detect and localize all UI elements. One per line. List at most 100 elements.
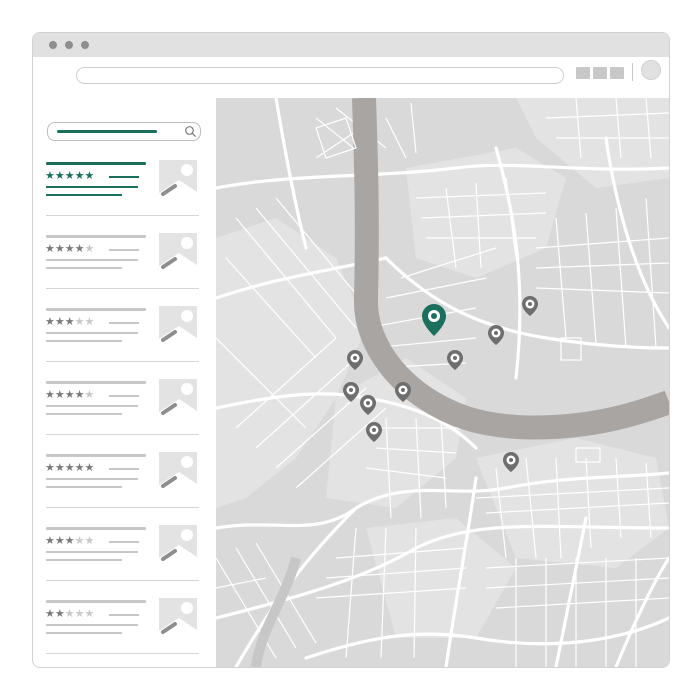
listing-description-line <box>46 632 122 634</box>
listing-title[interactable] <box>46 235 146 238</box>
listing-title[interactable] <box>46 308 146 311</box>
address-bar[interactable] <box>76 67 564 84</box>
star-filled-icon: ★ <box>54 608 65 620</box>
star-empty-icon: ★ <box>84 535 95 547</box>
star-filled-icon: ★ <box>45 389 55 401</box>
star-empty-icon: ★ <box>74 608 85 620</box>
listing-description-line <box>46 551 138 553</box>
listing-description-line <box>46 478 138 480</box>
profile-icon[interactable] <box>641 60 661 80</box>
star-empty-icon: ★ <box>84 608 95 620</box>
listing-thumbnail-image-icon[interactable] <box>159 379 197 417</box>
star-empty-icon: ★ <box>64 608 75 620</box>
star-rating: ★★★★★ <box>45 389 94 402</box>
star-filled-icon: ★ <box>45 462 55 474</box>
listing-card[interactable]: ★★★★★ <box>45 452 199 526</box>
star-rating: ★★★★★ <box>45 462 94 475</box>
review-count-placeholder <box>109 176 139 178</box>
maximize-window-dot[interactable] <box>81 41 89 49</box>
review-count-placeholder <box>109 395 139 397</box>
listing-thumbnail-image-icon[interactable] <box>159 452 197 490</box>
star-rating: ★★★★★ <box>45 316 94 329</box>
listing-card[interactable]: ★★★★★ <box>45 233 199 307</box>
listing-divider <box>46 507 199 508</box>
star-filled-icon: ★ <box>74 170 85 182</box>
star-rating: ★★★★★ <box>45 170 94 183</box>
listing-title[interactable] <box>46 454 146 457</box>
map-pins-layer <box>343 296 538 472</box>
listing-description-line <box>46 340 122 342</box>
listing-title[interactable] <box>46 162 146 165</box>
listing-card[interactable]: ★★★★★ <box>45 160 199 234</box>
star-rating: ★★★★★ <box>45 535 94 548</box>
star-empty-icon: ★ <box>74 535 85 547</box>
star-filled-icon: ★ <box>45 170 55 182</box>
toolbar-button[interactable] <box>576 67 590 79</box>
listing-divider <box>46 215 199 216</box>
star-empty-icon: ★ <box>84 243 95 255</box>
search-icon[interactable] <box>183 124 198 139</box>
listing-thumbnail-image-icon[interactable] <box>159 233 197 271</box>
listing-thumbnail-image-icon[interactable] <box>159 598 197 636</box>
listing-description-line <box>46 413 122 415</box>
listing-title[interactable] <box>46 527 146 530</box>
review-count-placeholder <box>109 541 139 543</box>
star-filled-icon: ★ <box>45 243 55 255</box>
listing-description-line <box>46 332 138 334</box>
star-empty-icon: ★ <box>84 389 95 401</box>
star-filled-icon: ★ <box>74 243 85 255</box>
listing-description-line <box>46 486 122 488</box>
search-query-text <box>57 130 157 133</box>
listing-title[interactable] <box>46 381 146 384</box>
star-filled-icon: ★ <box>54 389 65 401</box>
listing-card[interactable]: ★★★★★ <box>45 306 199 380</box>
listing-divider <box>46 580 199 581</box>
close-window-dot[interactable] <box>49 41 57 49</box>
listing-thumbnail-image-icon[interactable] <box>159 525 197 563</box>
star-empty-icon: ★ <box>74 316 85 328</box>
listing-description-line <box>46 259 138 261</box>
map-view[interactable] <box>216 98 669 667</box>
selected-location-pin[interactable] <box>422 304 446 336</box>
star-filled-icon: ★ <box>45 608 55 620</box>
star-filled-icon: ★ <box>54 316 65 328</box>
minimize-window-dot[interactable] <box>65 41 73 49</box>
search-input[interactable] <box>47 122 201 141</box>
listing-card[interactable]: ★★★★★ <box>45 379 199 453</box>
listing-card[interactable]: ★★★★★ <box>45 525 199 599</box>
listing-divider <box>46 361 199 362</box>
toolbar-button[interactable] <box>610 67 624 79</box>
title-bar <box>33 33 669 57</box>
toolbar-divider <box>632 63 633 81</box>
listing-description-line <box>46 267 122 269</box>
review-count-placeholder <box>109 322 139 324</box>
star-filled-icon: ★ <box>84 462 95 474</box>
listing-description-line <box>46 194 122 196</box>
star-rating: ★★★★★ <box>45 243 94 256</box>
star-filled-icon: ★ <box>64 535 75 547</box>
toolbar-button[interactable] <box>593 67 607 79</box>
browser-window: ★★★★★ ★★★★★ ★★★★★ ★★★★★ ★★★★★ ★★★★★ ★★★★★ <box>32 32 670 668</box>
review-count-placeholder <box>109 614 139 616</box>
listing-description-line <box>46 405 138 407</box>
star-filled-icon: ★ <box>54 462 65 474</box>
listing-card[interactable]: ★★★★★ <box>45 598 199 667</box>
listing-thumbnail-image-icon[interactable] <box>159 160 197 198</box>
star-filled-icon: ★ <box>64 170 75 182</box>
star-filled-icon: ★ <box>54 170 65 182</box>
star-filled-icon: ★ <box>74 462 85 474</box>
listing-divider <box>46 288 199 289</box>
listing-divider <box>46 653 199 654</box>
review-count-placeholder <box>109 249 139 251</box>
star-filled-icon: ★ <box>45 535 55 547</box>
listing-title[interactable] <box>46 600 146 603</box>
listing-description-line <box>46 559 122 561</box>
listing-thumbnail-image-icon[interactable] <box>159 306 197 344</box>
listing-description-line <box>46 186 138 188</box>
star-filled-icon: ★ <box>64 462 75 474</box>
listing-description-line <box>46 624 138 626</box>
listing-divider <box>46 434 199 435</box>
star-filled-icon: ★ <box>74 389 85 401</box>
star-filled-icon: ★ <box>45 316 55 328</box>
review-count-placeholder <box>109 468 139 470</box>
